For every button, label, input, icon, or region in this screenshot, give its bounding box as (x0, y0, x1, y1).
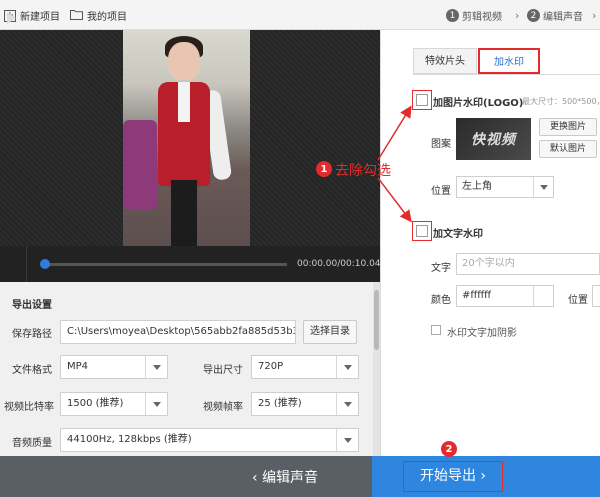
my-projects-label: 我的项目 (87, 12, 127, 23)
framerate-value: 25 (推荐) (258, 398, 302, 409)
change-image-button[interactable]: 更换图片 (539, 118, 597, 136)
tab-watermark[interactable]: 加水印 (478, 48, 540, 74)
step-number: 2 (527, 9, 540, 22)
seat-shape (123, 120, 157, 210)
figure-shirt (178, 82, 190, 122)
framerate-select[interactable]: 25 (推荐) (251, 392, 359, 416)
edit-sound-label: 编辑声音 (262, 470, 319, 486)
image-size-hint: 最大尺寸：500*500， (522, 97, 600, 106)
format-value: MP4 (67, 361, 89, 372)
color-value: #ffffff (462, 290, 492, 301)
seek-handle[interactable] (40, 259, 50, 269)
step-label: 剪辑视频 (462, 12, 502, 23)
folder-icon (70, 9, 83, 23)
chevron-right-icon: › (592, 9, 597, 22)
color-label: 颜色 (431, 295, 451, 306)
chevron-down-icon (533, 177, 553, 197)
start-export-label: 开始导出 (419, 468, 476, 484)
browse-directory-button[interactable]: 选择目录 (303, 320, 357, 344)
annotation-badge-2: 2 (441, 441, 457, 457)
size-select[interactable]: 720P (251, 355, 359, 379)
edit-sound-button[interactable]: ‹ 编辑声音 (252, 467, 318, 487)
chevron-down-icon (336, 356, 358, 378)
position-select[interactable]: 左上角 (456, 176, 554, 198)
framerate-label: 视频帧率 (203, 402, 243, 413)
step-number: 1 (446, 9, 459, 22)
color-field[interactable]: #ffffff (456, 285, 554, 307)
annotation-badge-1: 1 (316, 161, 332, 177)
position-label: 位置 (431, 186, 451, 197)
text-label: 文字 (431, 263, 451, 274)
color-swatch[interactable] (533, 286, 553, 306)
video-bitrate-label: 视频比特率 (4, 402, 54, 413)
shadow-label: 水印文字加阴影 (447, 328, 517, 339)
shadow-checkbox[interactable] (431, 325, 441, 335)
audio-quality-label: 音频质量 (12, 438, 52, 449)
audio-quality-select[interactable]: 44100Hz, 128kbps (推荐) (60, 428, 359, 452)
tab-divider (413, 74, 600, 75)
text-position-select[interactable] (592, 285, 600, 307)
format-select[interactable]: MP4 (60, 355, 168, 379)
size-value: 720P (258, 361, 284, 372)
audio-quality-value: 44100Hz, 128kbps (推荐) (67, 434, 192, 445)
watermark-text-input[interactable]: 20个字以内 (456, 253, 600, 275)
format-label: 文件格式 (12, 365, 52, 376)
position-value: 左上角 (462, 181, 492, 192)
chevron-left-icon: ‹ (252, 470, 263, 486)
annotation-text: 去除勾选 (335, 163, 391, 179)
text-watermark-label: 加文字水印 (433, 229, 483, 240)
time-display: 00:00.00/00:10.04 (297, 259, 381, 269)
seek-track[interactable] (43, 263, 287, 266)
tab-intro-effects[interactable]: 特效片头 (413, 48, 477, 74)
video-bitrate-value: 1500 (推荐) (67, 398, 124, 409)
step-label: 编辑声音 (543, 12, 583, 23)
play-icon[interactable] (7, 12, 16, 24)
image-watermark-label: 加图片水印(LOGO) (433, 98, 524, 109)
text-position-label: 位置 (568, 295, 588, 306)
video-bitrate-select[interactable]: 1500 (推荐) (60, 392, 168, 416)
chevron-down-icon (336, 429, 358, 451)
divider (26, 246, 27, 282)
chevron-down-icon (145, 356, 167, 378)
pattern-label: 图案 (431, 139, 451, 150)
size-label: 导出尺寸 (203, 365, 243, 376)
chevron-down-icon (145, 393, 167, 415)
figure-legs (171, 180, 197, 246)
chevron-down-icon (336, 393, 358, 415)
chevron-right-icon: › (480, 468, 487, 484)
default-image-button[interactable]: 默认图片 (539, 140, 597, 158)
scrollbar-thumb[interactable] (374, 290, 379, 350)
export-settings-title: 导出设置 (12, 300, 52, 311)
new-project-label: 新建项目 (20, 12, 60, 23)
logo-preview: 快视频 (456, 118, 531, 160)
figure-head (168, 42, 200, 80)
my-projects-button[interactable]: 我的项目 (70, 8, 127, 23)
save-path-label: 保存路径 (12, 329, 52, 340)
save-path-field[interactable]: C:\Users\moyea\Desktop\565abb2fa885d53b3… (60, 320, 296, 344)
start-export-button[interactable]: 开始导出 › (403, 461, 503, 492)
chevron-right-icon: › (515, 9, 520, 22)
step-edit-video[interactable]: 1 剪辑视频 › (446, 8, 519, 23)
step-edit-sound[interactable]: 2 编辑声音 › (527, 8, 596, 23)
video-frame (123, 30, 250, 246)
